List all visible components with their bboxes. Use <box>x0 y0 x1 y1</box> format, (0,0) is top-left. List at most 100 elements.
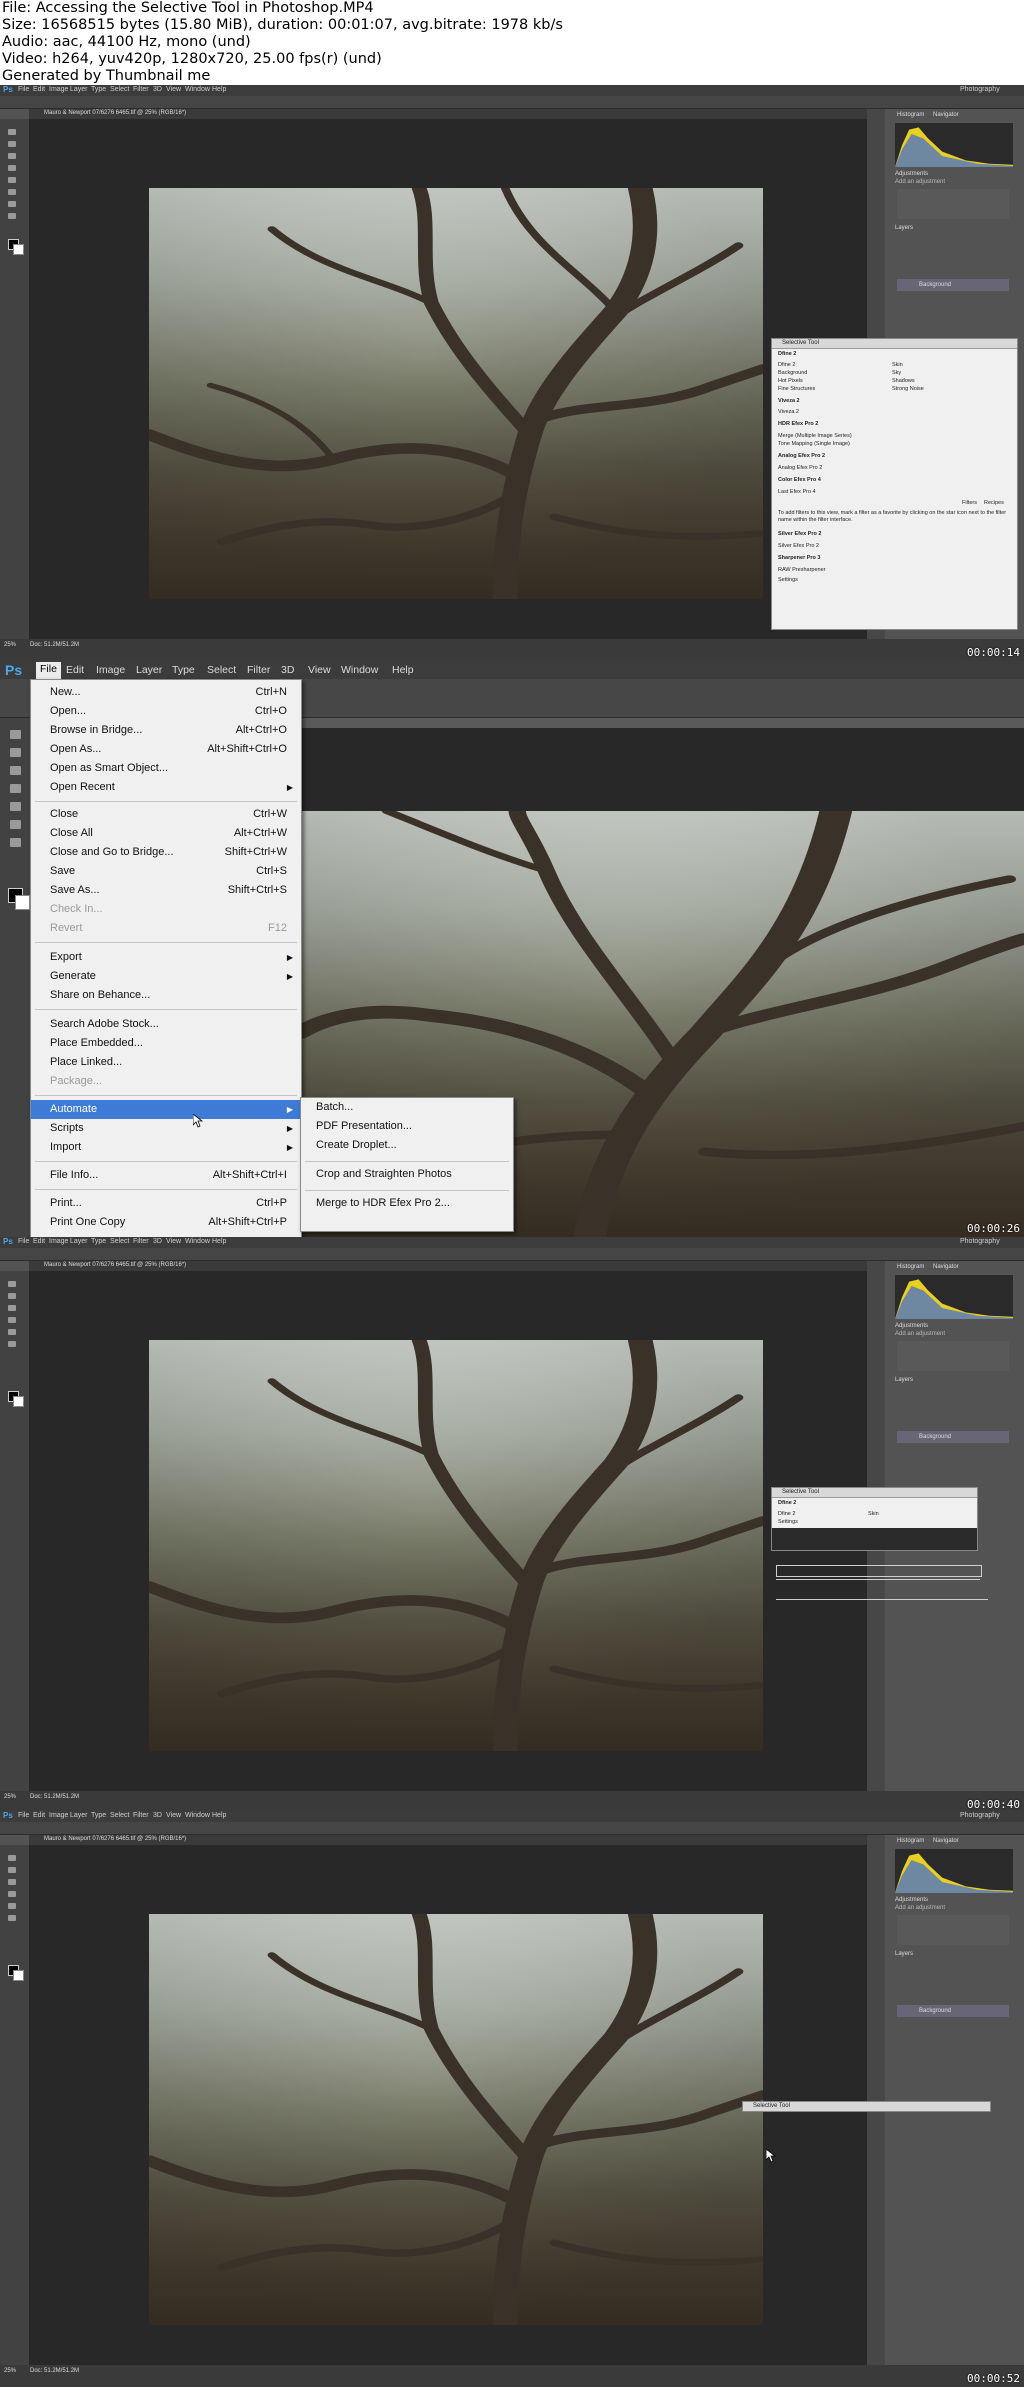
adjustment-icons[interactable] <box>897 1341 1009 1371</box>
dfine-item-2[interactable]: Background <box>778 370 807 376</box>
menu-layer[interactable]: Layer <box>70 86 88 93</box>
move-tool-icon[interactable] <box>8 1281 16 1287</box>
lasso-tool-icon[interactable] <box>8 1305 16 1311</box>
eraser-tool-icon[interactable] <box>8 1341 16 1347</box>
adjustments-tab[interactable]: Adjustments <box>895 171 928 177</box>
pen-tool-icon[interactable] <box>8 201 16 207</box>
pen-tool-icon[interactable] <box>10 838 21 847</box>
menu-item-open[interactable]: Open... Ctrl+O <box>31 702 301 721</box>
selective-settings[interactable]: Settings <box>778 577 798 583</box>
menu-help[interactable]: Help <box>212 86 226 93</box>
menu-view[interactable]: View <box>166 1238 181 1245</box>
menu-select[interactable]: Select <box>110 1238 129 1245</box>
menu-item-search-adobe-stock[interactable]: Search Adobe Stock... <box>31 1015 301 1034</box>
dfine-item-1[interactable]: Dfine 2 <box>778 362 795 368</box>
menu-image[interactable]: Image <box>49 1238 68 1245</box>
dfine-item-1[interactable]: Dfine 2 <box>778 1511 795 1517</box>
background-color-swatch[interactable] <box>13 1396 24 1407</box>
menu-type[interactable]: Type <box>91 86 106 93</box>
workspace-switcher[interactable]: Photography <box>960 1812 1000 1819</box>
section-silver-efex[interactable]: Silver Efex Pro 2 <box>778 531 821 537</box>
layers-tab[interactable]: Layers <box>895 225 913 231</box>
menu-item-open-as[interactable]: Open As... Alt+Shift+Ctrl+O <box>31 740 301 759</box>
menu-edit[interactable]: Edit <box>33 86 45 93</box>
menu-window[interactable]: Window <box>185 86 210 93</box>
menu-select[interactable]: Select <box>110 86 129 93</box>
dfine-item-1-right[interactable]: Skin <box>892 362 903 368</box>
lasso-tool-icon[interactable] <box>8 1879 16 1885</box>
color-efex-item[interactable]: Last Efex Pro 4 <box>778 489 816 495</box>
menu-item-close-all[interactable]: Close All Alt+Ctrl+W <box>31 824 301 843</box>
navigator-tab[interactable]: Navigator <box>933 112 959 118</box>
menu-item-file-info[interactable]: File Info... Alt+Shift+Ctrl+I <box>31 1166 301 1185</box>
navigator-tab[interactable]: Navigator <box>933 1264 959 1270</box>
menu-item-print-one-copy[interactable]: Print One Copy Alt+Shift+Ctrl+P <box>31 1213 301 1232</box>
lasso-tool-icon[interactable] <box>8 153 16 159</box>
section-dfine[interactable]: Dfine 2 <box>778 1500 796 1506</box>
menu-help[interactable]: Help <box>212 1812 226 1819</box>
submenu-item-crop-straighten[interactable]: Crop and Straighten Photos <box>316 1168 452 1180</box>
submenu-item-batch[interactable]: Batch... <box>316 1101 353 1113</box>
crop-tool-icon[interactable] <box>8 1317 16 1323</box>
move-tool-icon[interactable] <box>10 730 21 739</box>
submenu-item-merge-hdr-efex[interactable]: Merge to HDR Efex Pro 2... <box>316 1197 450 1209</box>
menu-view[interactable]: View <box>166 1812 181 1819</box>
analog-item[interactable]: Analog Efex Pro 2 <box>778 465 822 471</box>
menu-view[interactable]: View <box>308 664 331 676</box>
dfine-item-3[interactable]: Hot Pixels <box>778 378 803 384</box>
filters-button[interactable]: Filters <box>962 500 977 506</box>
layer-row-background[interactable]: Background <box>897 1431 1009 1443</box>
sharpener-item[interactable]: RAW Presharpener <box>778 567 825 573</box>
menu-item-open-smart-object[interactable]: Open as Smart Object... <box>31 759 301 778</box>
submenu-item-pdf-presentation[interactable]: PDF Presentation... <box>316 1120 412 1132</box>
menu-edit[interactable]: Edit <box>66 664 84 676</box>
workspace-switcher[interactable]: Photography <box>960 86 1000 93</box>
lasso-tool-icon[interactable] <box>10 766 21 775</box>
menu-file[interactable]: File <box>18 86 29 93</box>
submenu-item-create-droplet[interactable]: Create Droplet... <box>316 1139 397 1151</box>
menu-item-open-recent[interactable]: Open Recent ▶ <box>31 778 301 797</box>
adjustment-icons[interactable] <box>897 1915 1009 1945</box>
marquee-tool-icon[interactable] <box>8 1867 16 1873</box>
selective-tool-panel-redrawing[interactable]: Selective Tool Dfine 2 Dfine 2 Skin Sett… <box>771 1487 978 1551</box>
histogram-tab[interactable]: Histogram <box>897 1838 924 1844</box>
section-dfine[interactable]: Dfine 2 <box>778 351 796 357</box>
menu-item-save-as[interactable]: Save As... Shift+Ctrl+S <box>31 881 301 900</box>
menu-item-automate[interactable]: Automate ▶ <box>31 1100 301 1119</box>
menu-layer[interactable]: Layer <box>70 1238 88 1245</box>
layer-row-background[interactable]: Background <box>897 2005 1009 2017</box>
menu-item-import[interactable]: Import ▶ <box>31 1138 301 1157</box>
marquee-tool-icon[interactable] <box>8 141 16 147</box>
brush-tool-icon[interactable] <box>10 802 21 811</box>
layer-row-background[interactable]: Background <box>897 279 1009 291</box>
menu-image[interactable]: Image <box>49 1812 68 1819</box>
crop-tool-icon[interactable] <box>8 165 16 171</box>
brush-tool-icon[interactable] <box>8 1903 16 1909</box>
move-tool-icon[interactable] <box>8 1855 16 1861</box>
selective-tool-collapsed[interactable]: Selective Tool <box>742 2101 991 2112</box>
section-viveza[interactable]: Viveza 2 <box>778 398 800 404</box>
menu-3d[interactable]: 3D <box>281 664 294 676</box>
brush-tool-icon[interactable] <box>8 1329 16 1335</box>
document-tab[interactable]: Mauro & Newport 07/6276 6465.tif @ 25% (… <box>29 1835 867 1845</box>
selective-tool-panel[interactable]: Selective Tool Dfine 2 Dfine 2 Skin Back… <box>771 338 1018 630</box>
menu-layer[interactable]: Layer <box>70 1812 88 1819</box>
viveza-item[interactable]: Viveza 2 <box>778 409 799 415</box>
menu-select[interactable]: Select <box>110 1812 129 1819</box>
menu-type[interactable]: Type <box>172 664 195 676</box>
eraser-tool-icon[interactable] <box>8 1915 16 1921</box>
layers-tab[interactable]: Layers <box>895 1377 913 1383</box>
menu-view[interactable]: View <box>166 86 181 93</box>
dfine-item-3-right[interactable]: Shadows <box>892 378 915 384</box>
menu-item-export[interactable]: Export ▶ <box>31 948 301 967</box>
document-tab[interactable]: Mauro & Newport 07/6276 6465.tif @ 25% (… <box>29 109 867 119</box>
menu-window[interactable]: Window <box>341 664 378 676</box>
menu-3d[interactable]: 3D <box>153 1812 162 1819</box>
dfine-item-2-right[interactable]: Sky <box>892 370 901 376</box>
recipes-button[interactable]: Recipes <box>984 500 1004 506</box>
layers-tab[interactable]: Layers <box>895 1951 913 1957</box>
menu-item-browse-in-bridge[interactable]: Browse in Bridge... Alt+Ctrl+O <box>31 721 301 740</box>
section-sharpener[interactable]: Sharpener Pro 3 <box>778 555 821 561</box>
menu-item-close[interactable]: Close Ctrl+W <box>31 805 301 824</box>
menu-3d[interactable]: 3D <box>153 1238 162 1245</box>
